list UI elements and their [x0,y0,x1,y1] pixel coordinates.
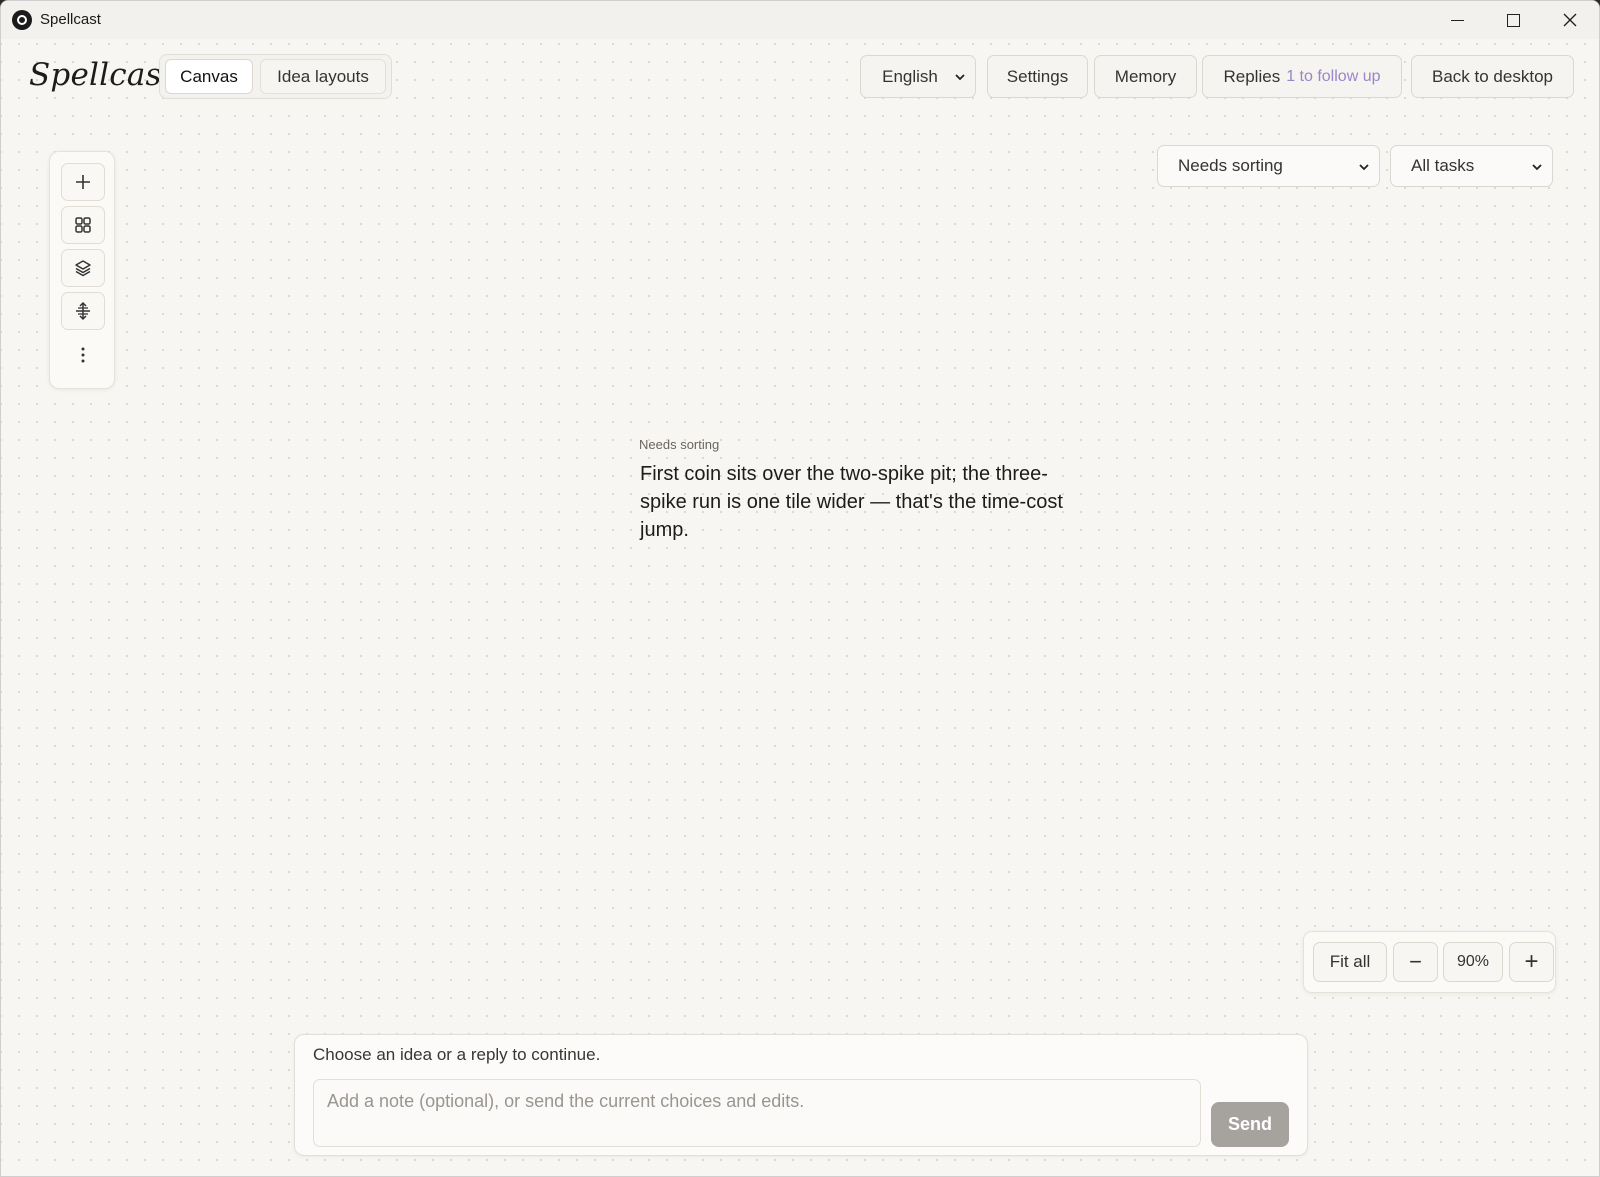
chevron-down-icon [1532,164,1542,171]
canvas-area[interactable] [1,39,1599,1176]
add-icon [76,175,90,189]
tasks-filter-select[interactable]: All tasks [1390,145,1553,187]
view-tabs: Canvas Idea layouts [159,54,392,99]
align-button[interactable] [61,292,105,330]
app-window: Spellcast Spellcast Canvas Idea layouts … [0,0,1600,1177]
more-icon [81,347,85,363]
note-status-tag: Needs sorting [639,437,720,452]
maximize-icon [1506,13,1520,27]
zoom-controls: Fit all − 90% + [1303,931,1556,993]
language-value: English [882,66,938,86]
layers-icon [75,260,91,277]
back-to-desktop-button[interactable]: Back to desktop [1411,55,1574,98]
tab-canvas[interactable]: Canvas [165,59,253,94]
brand-logo: Spellcast [29,57,175,93]
minimize-button[interactable] [1429,1,1485,39]
language-select[interactable]: English [860,55,976,98]
close-button[interactable] [1542,1,1598,39]
note-input[interactable] [313,1079,1201,1147]
canvas-toolbar [49,151,115,389]
send-button[interactable]: Send [1211,1102,1289,1147]
tasks-filter-value: All tasks [1411,156,1475,175]
zoom-in-button[interactable]: + [1509,942,1554,982]
grid-layout-button[interactable] [61,206,105,244]
maximize-button[interactable] [1485,1,1541,39]
chevron-down-icon [955,74,965,81]
idea-note[interactable]: First coin sits over the two-spike pit; … [640,460,1080,544]
title-bar: Spellcast [1,1,1599,39]
replies-label: Replies [1223,66,1281,86]
more-options-button[interactable] [61,336,105,374]
status-filter-select[interactable]: Needs sorting [1157,145,1380,187]
zoom-level: 90% [1443,942,1503,982]
zoom-out-button[interactable]: − [1393,942,1438,982]
replies-followup-count: 1 to follow up [1286,67,1381,85]
close-icon [1563,13,1577,27]
layers-button[interactable] [61,249,105,287]
memory-button[interactable]: Memory [1094,55,1197,98]
composer-prompt: Choose an idea or a reply to continue. [313,1045,601,1064]
app-logo-icon [12,10,32,30]
grid-icon [75,217,91,233]
replies-button[interactable]: Replies 1 to follow up [1202,55,1402,98]
add-node-button[interactable] [61,163,105,201]
window-title: Spellcast [40,11,101,28]
status-filter-value: Needs sorting [1178,156,1283,175]
settings-button[interactable]: Settings [987,55,1088,98]
fit-all-button[interactable]: Fit all [1313,942,1387,982]
tab-idea-layouts[interactable]: Idea layouts [260,59,386,94]
composer-panel: Choose an idea or a reply to continue. S… [294,1034,1308,1156]
minimize-icon [1450,19,1464,21]
chevron-down-icon [1359,164,1369,171]
align-icon [76,301,90,321]
